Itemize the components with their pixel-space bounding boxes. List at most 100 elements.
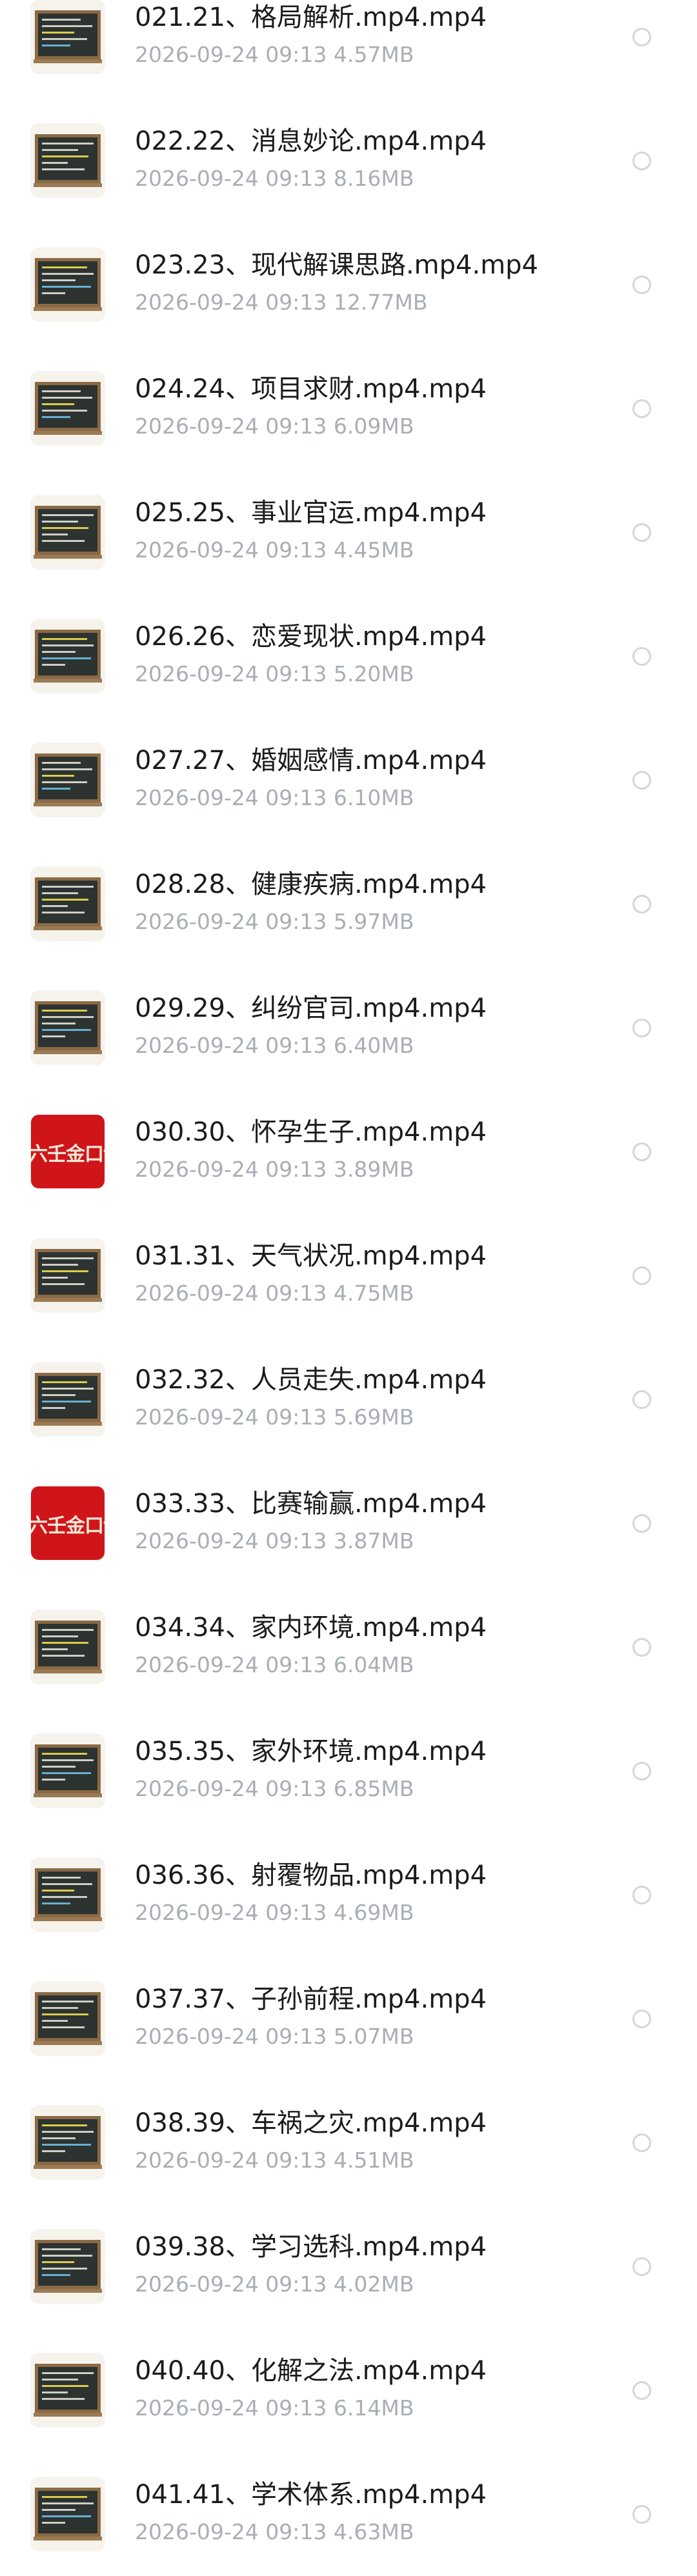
select-radio-button[interactable] <box>632 1143 651 1161</box>
chalkboard-graphic <box>35 754 101 803</box>
file-list-item[interactable]: 022.22、消息妙论.mp4.mp4 2026-09-24 09:13 8.16… <box>0 99 697 223</box>
select-radio-button[interactable] <box>632 1390 651 1409</box>
chalk-text-line <box>42 657 91 659</box>
file-list-item[interactable]: 031.31、天气状况.mp4.mp4 2026-09-24 09:13 4.75… <box>0 1213 697 1337</box>
select-radio-button[interactable] <box>632 2257 651 2276</box>
file-size: 6.10MB <box>333 785 414 810</box>
chalkboard-ledge <box>34 1917 102 1921</box>
video-chalkboard-thumbnail <box>31 867 105 941</box>
chalk-text-line <box>42 2522 65 2524</box>
chalk-text-line <box>42 410 87 412</box>
file-list-item[interactable]: 023.23、现代解课思路.mp4.mp4 2026-09-24 09:13 12… <box>0 223 697 346</box>
file-meta: 2026-09-24 09:13 4.69MB <box>135 1900 414 1926</box>
chalk-text-line <box>42 1407 65 1409</box>
file-list-item[interactable]: 021.21、格局解析.mp4.mp4 2026-09-24 09:13 4.57… <box>0 0 697 99</box>
video-chalkboard-thumbnail <box>31 0 105 74</box>
file-time: 09:13 <box>265 2271 327 2297</box>
select-radio-button[interactable] <box>632 2133 651 2152</box>
file-list-item[interactable]: 026.26、恋爱现状.mp4.mp4 2026-09-24 09:13 5.20… <box>0 594 697 718</box>
select-radio-button[interactable] <box>632 2381 651 2400</box>
chalk-text-line <box>42 2398 85 2400</box>
file-list-item[interactable]: 六壬金口诀 033.33、比赛输赢.mp4.mp4 2026-09-24 09:13… <box>0 1461 697 1585</box>
file-list-item[interactable]: 038.39、车祸之灾.mp4.mp4 2026-09-24 09:13 4.51… <box>0 2081 697 2204</box>
chalk-text-line <box>42 143 94 145</box>
file-meta: 2026-09-24 09:13 3.89MB <box>135 1157 414 1183</box>
chalk-text-line <box>42 45 70 46</box>
file-date: 2026-09-24 <box>135 414 259 439</box>
file-list-item[interactable]: 041.41、学术体系.mp4.mp4 2026-09-24 09:13 4.63… <box>0 2452 697 2576</box>
video-chalkboard-thumbnail <box>31 2106 105 2179</box>
select-radio-button[interactable] <box>632 523 651 542</box>
chalkboard-graphic <box>35 1621 101 1670</box>
chalk-text-line <box>42 1283 85 1285</box>
file-name: 041.41、学术体系.mp4.mp4 <box>135 2480 487 2510</box>
select-radio-button[interactable] <box>632 275 651 294</box>
file-list-item[interactable]: 039.38、学习选科.mp4.mp4 2026-09-24 09:13 4.02… <box>0 2204 697 2328</box>
select-radio-button[interactable] <box>632 1762 651 1781</box>
select-radio-button[interactable] <box>632 647 651 666</box>
file-list-item[interactable]: 025.25、事业官运.mp4.mp4 2026-09-24 09:13 4.45… <box>0 470 697 594</box>
file-list-item[interactable]: 六壬金口诀 030.30、怀孕生子.mp4.mp4 2026-09-24 09:13… <box>0 1090 697 1213</box>
file-date: 2026-09-24 <box>135 537 259 563</box>
file-time: 09:13 <box>265 2024 327 2049</box>
chalkboard-graphic <box>35 2116 101 2165</box>
select-radio-button[interactable] <box>632 399 651 418</box>
chalk-text-line <box>42 1629 94 1631</box>
file-size: 4.51MB <box>333 2148 414 2173</box>
file-name: 030.30、怀孕生子.mp4.mp4 <box>135 1117 487 1147</box>
file-size: 5.07MB <box>333 2024 414 2049</box>
select-radio-button[interactable] <box>632 1886 651 1904</box>
chalk-text-line <box>42 905 68 907</box>
select-radio-button[interactable] <box>632 2010 651 2028</box>
file-time: 09:13 <box>265 537 327 563</box>
file-list-item[interactable]: 027.27、婚姻感情.mp4.mp4 2026-09-24 09:13 6.10… <box>0 718 697 842</box>
chalk-text-line <box>42 397 92 399</box>
chalk-text-line <box>42 2248 81 2250</box>
chalkboard-ledge <box>34 2413 102 2417</box>
select-radio-button[interactable] <box>632 1019 651 1037</box>
file-list-item[interactable]: 034.34、家内环境.mp4.mp4 2026-09-24 09:13 6.04… <box>0 1585 697 1709</box>
chalk-text-line <box>42 1772 91 1774</box>
file-size: 6.85MB <box>333 1776 414 1801</box>
file-meta: 2026-09-24 09:13 5.07MB <box>135 2024 414 2050</box>
chalk-text-line <box>42 540 85 542</box>
chalk-text-line <box>42 266 87 268</box>
video-chalkboard-thumbnail <box>31 1858 105 1932</box>
chalkboard-ledge <box>34 1422 102 1426</box>
select-radio-button[interactable] <box>632 1514 651 1533</box>
file-list-item[interactable]: 036.36、射覆物品.mp4.mp4 2026-09-24 09:13 4.69… <box>0 1833 697 1957</box>
select-radio-button[interactable] <box>632 1638 651 1657</box>
file-meta: 2026-09-24 09:13 6.40MB <box>135 1033 414 1059</box>
file-list-item[interactable]: 028.28、健康疾病.mp4.mp4 2026-09-24 09:13 5.97… <box>0 842 697 966</box>
file-name: 033.33、比赛输赢.mp4.mp4 <box>135 1489 487 1519</box>
file-time: 09:13 <box>265 1033 327 1058</box>
file-list-item[interactable]: 040.40、化解之法.mp4.mp4 2026-09-24 09:13 6.14… <box>0 2328 697 2452</box>
file-date: 2026-09-24 <box>135 2519 259 2544</box>
chalk-text-line <box>42 38 87 40</box>
file-name: 024.24、项目求财.mp4.mp4 <box>135 374 487 404</box>
video-chalkboard-thumbnail <box>31 495 105 569</box>
file-list-item[interactable]: 037.37、子孙前程.mp4.mp4 2026-09-24 09:13 5.07… <box>0 1957 697 2081</box>
select-radio-button[interactable] <box>632 2505 651 2524</box>
file-time: 09:13 <box>265 2395 327 2421</box>
file-list-item[interactable]: 032.32、人员走失.mp4.mp4 2026-09-24 09:13 5.69… <box>0 1337 697 1461</box>
file-date: 2026-09-24 <box>135 42 259 67</box>
file-meta: 2026-09-24 09:13 5.69MB <box>135 1404 414 1430</box>
file-list-item[interactable]: 029.29、纠纷官司.mp4.mp4 2026-09-24 09:13 6.40… <box>0 966 697 1090</box>
chalk-text-line <box>42 527 88 529</box>
file-list-item[interactable]: 035.35、家外环境.mp4.mp4 2026-09-24 09:13 6.85… <box>0 1709 697 1833</box>
chalk-text-line <box>42 1635 78 1637</box>
video-chalkboard-thumbnail <box>31 372 105 445</box>
file-list-item[interactable]: 024.24、项目求财.mp4.mp4 2026-09-24 09:13 6.09… <box>0 346 697 470</box>
select-radio-button[interactable] <box>632 1266 651 1285</box>
chalk-text-line <box>42 1257 94 1259</box>
select-radio-button[interactable] <box>632 152 651 170</box>
select-radio-button[interactable] <box>632 895 651 914</box>
chalk-text-line <box>42 1394 76 1396</box>
file-meta: 2026-09-24 09:13 4.02MB <box>135 2271 414 2297</box>
file-name: 040.40、化解之法.mp4.mp4 <box>135 2356 487 2386</box>
select-radio-button[interactable] <box>632 28 651 46</box>
file-time: 09:13 <box>265 1528 327 1553</box>
select-radio-button[interactable] <box>632 771 651 790</box>
video-chalkboard-thumbnail <box>31 1363 105 1436</box>
